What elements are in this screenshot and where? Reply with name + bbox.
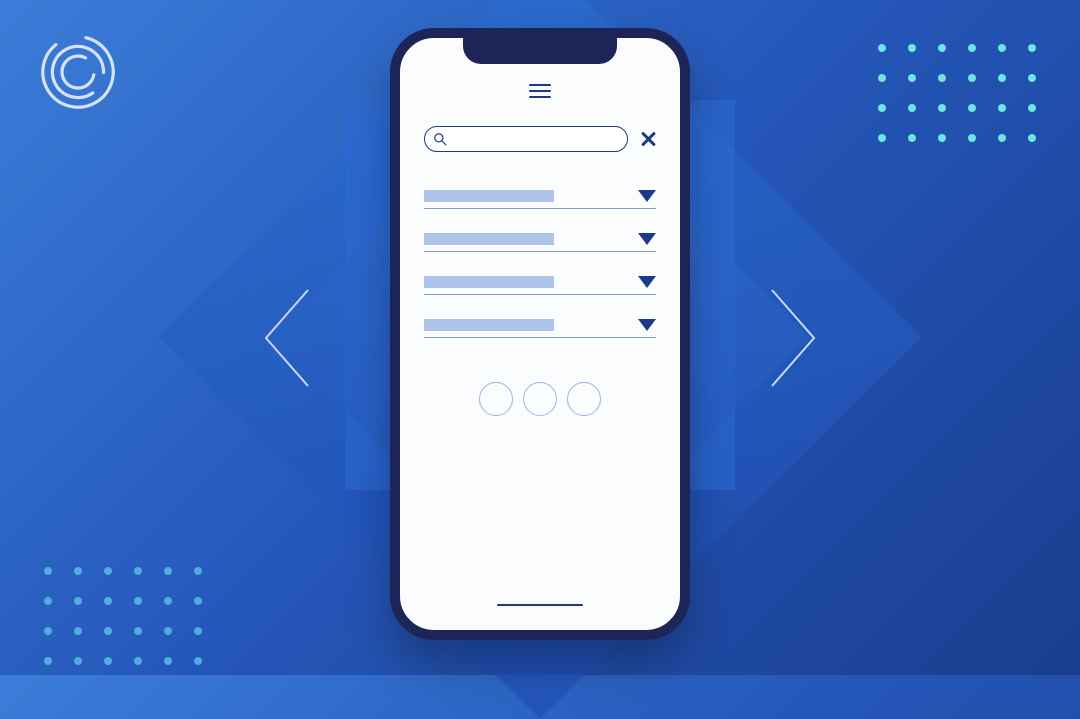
carousel-prev-icon[interactable]	[260, 286, 314, 390]
dropdown-list	[424, 190, 656, 338]
carousel-next-icon[interactable]	[766, 286, 820, 390]
close-icon[interactable]	[640, 131, 656, 147]
chevron-down-icon	[638, 276, 656, 288]
dropdown-label-placeholder	[424, 276, 554, 288]
decorative-dot-grid-bottom-left	[44, 567, 202, 665]
pagination-dot[interactable]	[523, 382, 557, 416]
phone-mockup	[390, 28, 690, 640]
home-indicator	[497, 604, 583, 606]
menu-icon[interactable]	[529, 84, 551, 98]
search-input[interactable]	[447, 127, 619, 151]
chevron-down-icon	[638, 233, 656, 245]
dropdown-label-placeholder	[424, 190, 554, 202]
pagination-dots	[479, 382, 601, 416]
dropdown-label-placeholder	[424, 319, 554, 331]
dropdown-row[interactable]	[424, 190, 656, 209]
decorative-dot-grid-top-right	[878, 44, 1036, 142]
pagination-dot[interactable]	[479, 382, 513, 416]
chevron-down-icon	[638, 190, 656, 202]
brand-logo-icon	[38, 32, 118, 112]
search-icon	[433, 132, 447, 146]
search-field[interactable]	[424, 126, 628, 152]
phone-screen	[400, 38, 680, 630]
dropdown-row[interactable]	[424, 233, 656, 252]
search-row	[424, 126, 656, 152]
pagination-dot[interactable]	[567, 382, 601, 416]
dropdown-row[interactable]	[424, 276, 656, 295]
dropdown-row[interactable]	[424, 319, 656, 338]
dropdown-label-placeholder	[424, 233, 554, 245]
chevron-down-icon	[638, 319, 656, 331]
